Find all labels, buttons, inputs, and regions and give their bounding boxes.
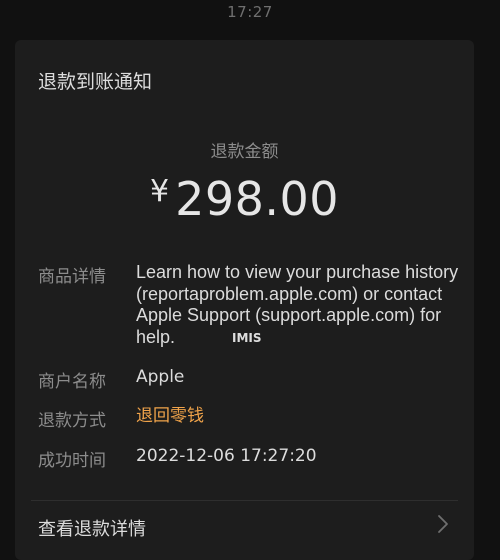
view-refund-details-label: 查看退款详情: [38, 519, 146, 540]
view-refund-details-link[interactable]: 查看退款详情: [15, 501, 474, 560]
refund-method-label: 退款方式: [38, 411, 106, 431]
success-time-label: 成功时间: [38, 451, 106, 471]
card-title: 退款到账通知: [38, 71, 153, 93]
refund-amount: ¥298.00: [15, 172, 474, 226]
refund-notification-card[interactable]: 退款到账通知 退款金额 ¥298.00 商品详情 Learn how to vi…: [15, 40, 474, 560]
chevron-right-icon: [435, 513, 451, 535]
message-timestamp: 17:27: [227, 3, 273, 21]
merchant-name-value: Apple: [136, 367, 185, 387]
watermark: IMIS: [232, 331, 262, 345]
product-detail-value: Learn how to view your purchase history …: [136, 262, 459, 347]
currency-symbol: ¥: [149, 174, 170, 209]
merchant-name-label: 商户名称: [38, 372, 106, 392]
refund-amount-label: 退款金额: [210, 142, 279, 162]
success-time-value: 2022-12-06 17:27:20: [136, 446, 317, 466]
product-detail-label: 商品详情: [38, 267, 106, 287]
refund-method-value: 退回零钱: [136, 406, 204, 426]
amount-value: 298.00: [175, 172, 340, 226]
